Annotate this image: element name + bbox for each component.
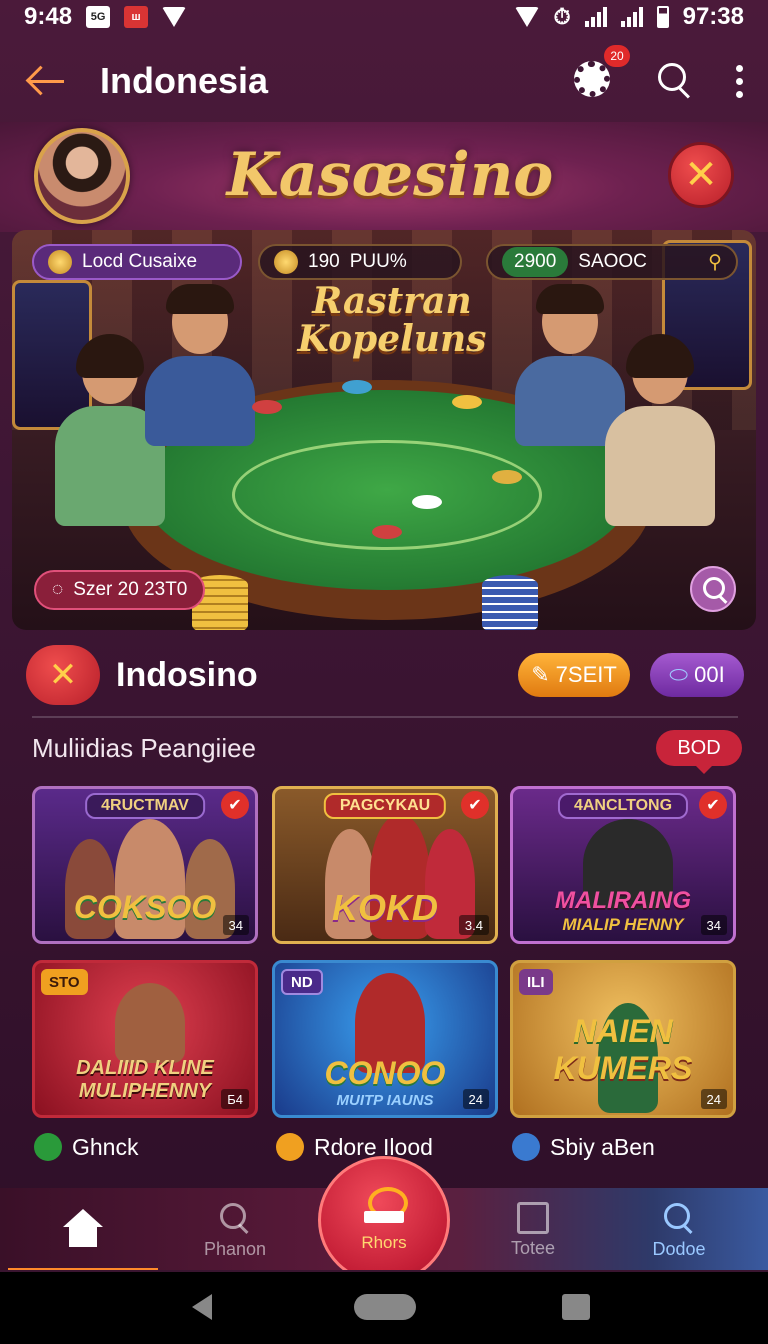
search-icon [218,1201,252,1235]
network-badge-icon: 5G [86,6,111,28]
star-icon [276,1133,304,1161]
game-tag: STO [41,969,88,995]
player-count: Б4 [221,1089,249,1109]
dice-icon [48,250,72,274]
app-screen: 9:48 5G ш ⏱ 97:38 Indonesia 20 Kasœsino … [0,0,768,1270]
globe-icon [512,1133,540,1161]
system-home-icon[interactable] [354,1294,416,1320]
search-icon[interactable] [654,61,694,101]
game-card[interactable]: STO DALIIID KLINE MULIPHENNY Б4 [32,960,258,1118]
leaf-icon [34,1133,62,1161]
alarm-icon: ⏱ [553,4,571,29]
notification-badge: 20 [604,45,630,67]
category-link[interactable]: Ghnck [34,1130,138,1164]
app-notification-icon: ш [124,6,149,28]
subsection-title: Muliidias Peangiiee [32,732,257,763]
game-card[interactable]: 4ANCLTONG ✔ MALIRAING MIALIP HENNY 34 [510,786,736,944]
player-count: 24 [700,1089,727,1109]
close-icon: ✕ [684,153,718,197]
stat-pill[interactable]: 190 PUU% [258,244,462,280]
back-arrow-icon[interactable] [24,59,68,103]
center-action-button[interactable]: Rhors [318,1156,450,1270]
filter-chip-violet[interactable]: ⬭ 00I [650,653,744,697]
player-count: 24 [462,1089,489,1109]
game-tag: ILI [519,969,553,995]
settings-button[interactable]: 20 [574,45,630,101]
more-menu-icon[interactable] [734,64,744,98]
status-time: 9:48 [24,3,73,30]
wand-icon: ✎ [531,662,550,687]
balance-value: 2900 [502,247,569,277]
close-icon[interactable]: ✕ [26,645,100,705]
gear-icon [574,61,610,97]
home-icon [63,1209,103,1247]
player-figure [605,334,715,526]
app-bar: Indonesia 20 [0,45,768,116]
nav-item-phanon[interactable]: Phanon [160,1188,310,1270]
battery-icon [656,6,669,28]
game-card[interactable]: ILI NAIEN KUMERS 24 [510,960,736,1118]
category-link[interactable]: Rdore Ilood [276,1130,433,1164]
signal-icon [620,7,643,27]
bod-button[interactable]: BOD [656,730,742,774]
checkmark-icon: ✔ [461,791,489,819]
game-card[interactable]: 4RUCTMAV ✔ COKSOO 34 [32,786,258,944]
system-navigation-bar [0,1272,768,1344]
player-count: 34 [222,915,249,935]
search-icon: ⚲ [708,251,722,273]
nav-item-dodoe[interactable]: Dodoe [604,1188,754,1270]
signal-icon [584,7,607,27]
game-tag: PAGCYKAU [323,793,447,819]
status-clock: 97:38 [682,3,744,30]
player-count: 3.4 [458,915,489,935]
hero-banner: Kasœsino [0,122,768,232]
page-title: Indonesia [100,60,269,101]
balance-pill[interactable]: 2900 SAOOC ⚲ [486,244,738,280]
checkmark-icon: ✔ [699,791,727,819]
player-figure [145,284,255,446]
game-card[interactable]: ND CONOO MUITP IAUNS 24 [272,960,498,1118]
wifi-icon [515,7,540,27]
scene-title: Rastran Kopeluns [297,280,487,360]
brand-logo: Kasœsino [226,140,554,210]
category-link[interactable]: Sbiy aBen [512,1130,655,1164]
nav-home[interactable] [8,1188,158,1270]
filter-chip-orange[interactable]: ✎ 7SEIT [518,653,630,697]
square-icon [517,1201,549,1234]
avatar[interactable] [34,128,130,224]
game-tag: 4ANCLTONG [557,793,689,819]
pill-icon: ⬭ [669,662,689,687]
section-header: ✕ Indosino ✎ 7SEIT ⬭ 00I [26,644,744,706]
system-back-icon[interactable] [192,1294,212,1320]
tag-icon: ◌ [52,579,64,600]
section-title: Indosino [116,655,258,694]
location-pill[interactable]: Locd Cusaixe [32,244,242,280]
close-button[interactable]: ✕ [668,142,734,208]
game-tag: 4RUCTMAV [85,793,205,819]
divider [32,716,738,718]
date-tag[interactable]: ◌ Szer 20 23T0 [34,570,206,610]
scene-search-button[interactable] [690,566,736,612]
player-count: 34 [700,915,727,935]
subsection-header: Muliidias Peangiiee BOD [32,728,742,774]
coin-icon [274,250,298,274]
game-tag: ND [281,969,323,995]
chip-stack [482,575,538,630]
nav-item-totee[interactable]: Totee [458,1188,608,1270]
crown-icon [362,1187,408,1227]
game-card[interactable]: PAGCYKAU ✔ KOKD 3.4 [272,786,498,944]
search-icon [662,1201,696,1235]
featured-game-banner[interactable]: Rastran Kopeluns Locd Cusaixe 190 PUU% 2… [12,230,756,630]
checkmark-icon: ✔ [221,791,249,819]
wifi-icon [162,7,187,27]
status-bar: 9:48 5G ш ⏱ 97:38 [0,0,768,34]
system-recents-icon[interactable] [562,1294,590,1320]
game-title: NAIEN KUMERS [553,1013,693,1086]
